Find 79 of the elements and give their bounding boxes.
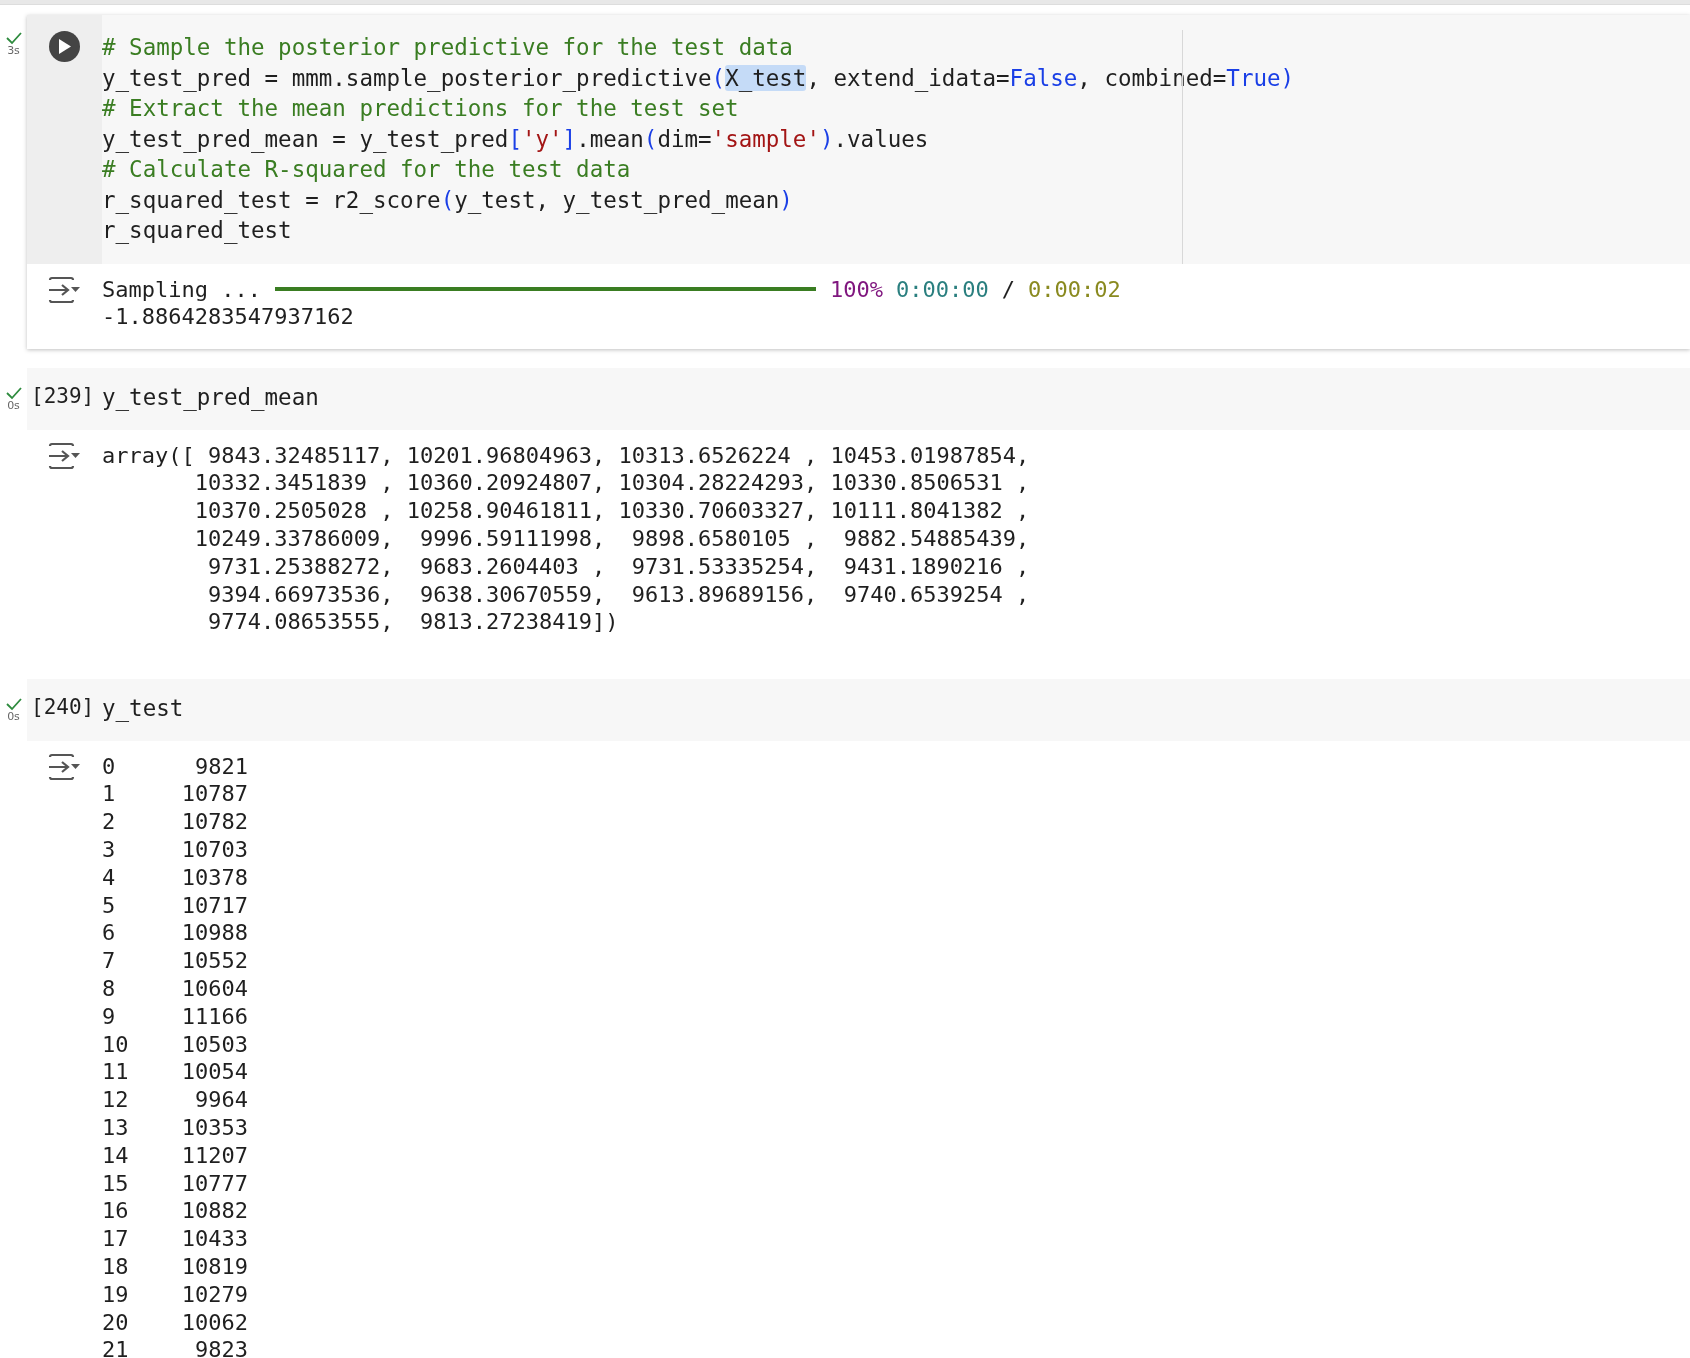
code-line: # Extract the mean predictions for the test set (102, 94, 740, 123)
code-line: y_test_pred_mean = y_test_pred['y'].mean(dim='sample').values (102, 124, 930, 154)
series-value: 10988 (180, 919, 248, 948)
series-index: 12 (102, 1086, 130, 1115)
series-index: 13 (102, 1114, 130, 1142)
run-duration: 0s (7, 399, 20, 413)
series-index: 4 (102, 863, 117, 892)
output-line: array([ 9843.32485117, 10201.96804963, 10313.6526224 , 10453.01987854, (102, 441, 1030, 470)
series-value: 10433 (180, 1225, 248, 1253)
code-line: # Sample the posterior predictive for the test data (102, 33, 794, 62)
series-value: 11166 (180, 1002, 248, 1031)
output-line: 9731.25388272, 9683.2604403 , 9731.53335254, 9431.1890216 , (206, 552, 1030, 581)
play-icon (58, 39, 71, 54)
code-line: y_test_pred = mmm.sample_posterior_predictive(X_test, extend_idata=False, combined=True) (102, 63, 1295, 93)
series-value: 9821 (194, 752, 248, 781)
elapsed-time: 0:00:00 (895, 275, 989, 304)
result-value: -1.8864283547937162 (102, 303, 355, 332)
series-index: 21 (102, 1336, 130, 1358)
series-value: 9964 (194, 1086, 248, 1115)
series-index: 17 (102, 1225, 130, 1253)
progress-percent: 100% (829, 275, 883, 304)
series-value: 10552 (180, 947, 248, 976)
series-value: 10787 (180, 780, 248, 809)
series-value: 10062 (180, 1308, 248, 1337)
series-index: 3 (102, 836, 117, 864)
series-value: 10604 (180, 975, 248, 1003)
series-index: 10 (102, 1030, 130, 1059)
series-index: 1 (102, 780, 117, 809)
code-line: # Calculate R-squared for the test data (102, 155, 632, 184)
series-index: 20 (102, 1308, 130, 1337)
series-value: 10378 (180, 863, 248, 892)
series-index: 5 (102, 891, 117, 920)
code-line: r_squared_test = r2_score(y_test, y_test_pred_mean) (102, 185, 794, 215)
execution-count: [240] (31, 695, 95, 720)
series-value: 10503 (180, 1030, 248, 1059)
series-index: 7 (102, 947, 117, 976)
code-line: y_test (102, 694, 184, 724)
series-index: 9 (102, 1002, 117, 1031)
series-index: 8 (102, 975, 117, 1003)
series-value: 10782 (180, 808, 248, 837)
series-index: 0 (102, 752, 117, 781)
series-value: 9823 (194, 1336, 248, 1358)
series-index: 11 (102, 1058, 130, 1087)
time-separator: / (1001, 275, 1015, 304)
output-line: 10370.2505028 , 10258.90461811, 10330.70603327, 10111.8041382 , (193, 497, 1030, 525)
checkmark-icon (5, 386, 22, 401)
execution-count: [239] (31, 384, 95, 409)
series-value: 11207 (180, 1141, 248, 1170)
series-index: 2 (102, 808, 117, 837)
series-index: 16 (102, 1197, 130, 1226)
output-line: 10249.33786009, 9996.59111998, 9898.6580105 , 9882.54885439, (193, 525, 1030, 553)
output-line: 9774.08653555, 9813.27238419]) (206, 608, 620, 637)
output-toggle-icon[interactable] (47, 441, 82, 470)
series-value: 10353 (180, 1114, 248, 1142)
code-line: y_test_pred_mean (102, 383, 319, 413)
series-value: 10703 (180, 836, 248, 864)
series-index: 15 (102, 1169, 130, 1198)
output-line: 10332.3451839 , 10360.20924807, 10304.28224293, 10330.8506531 , (193, 469, 1030, 498)
series-value: 10882 (180, 1197, 248, 1226)
series-index: 19 (102, 1280, 130, 1309)
series-index: 14 (102, 1141, 130, 1170)
checkmark-icon (5, 31, 22, 45)
output-toggle-icon[interactable] (47, 275, 82, 304)
series-value: 10279 (180, 1280, 248, 1309)
series-value: 10717 (180, 891, 248, 920)
output-toggle-icon[interactable] (47, 752, 82, 781)
series-value: 10054 (180, 1058, 248, 1087)
checkmark-icon (5, 697, 22, 712)
series-index: 18 (102, 1253, 130, 1281)
status-text: Sampling ... (102, 275, 261, 304)
output-line: 9394.66973536, 9638.30670559, 9613.89689156, 9740.6539254 , (206, 580, 1030, 609)
code-line: r_squared_test (102, 216, 293, 246)
series-value: 10819 (180, 1253, 248, 1281)
run-button[interactable] (49, 31, 80, 62)
remaining-time: 0:00:02 (1027, 275, 1121, 304)
run-duration: 0s (7, 710, 20, 724)
run-duration: 3s (7, 44, 20, 57)
series-value: 10777 (180, 1169, 248, 1198)
series-index: 6 (102, 919, 117, 948)
